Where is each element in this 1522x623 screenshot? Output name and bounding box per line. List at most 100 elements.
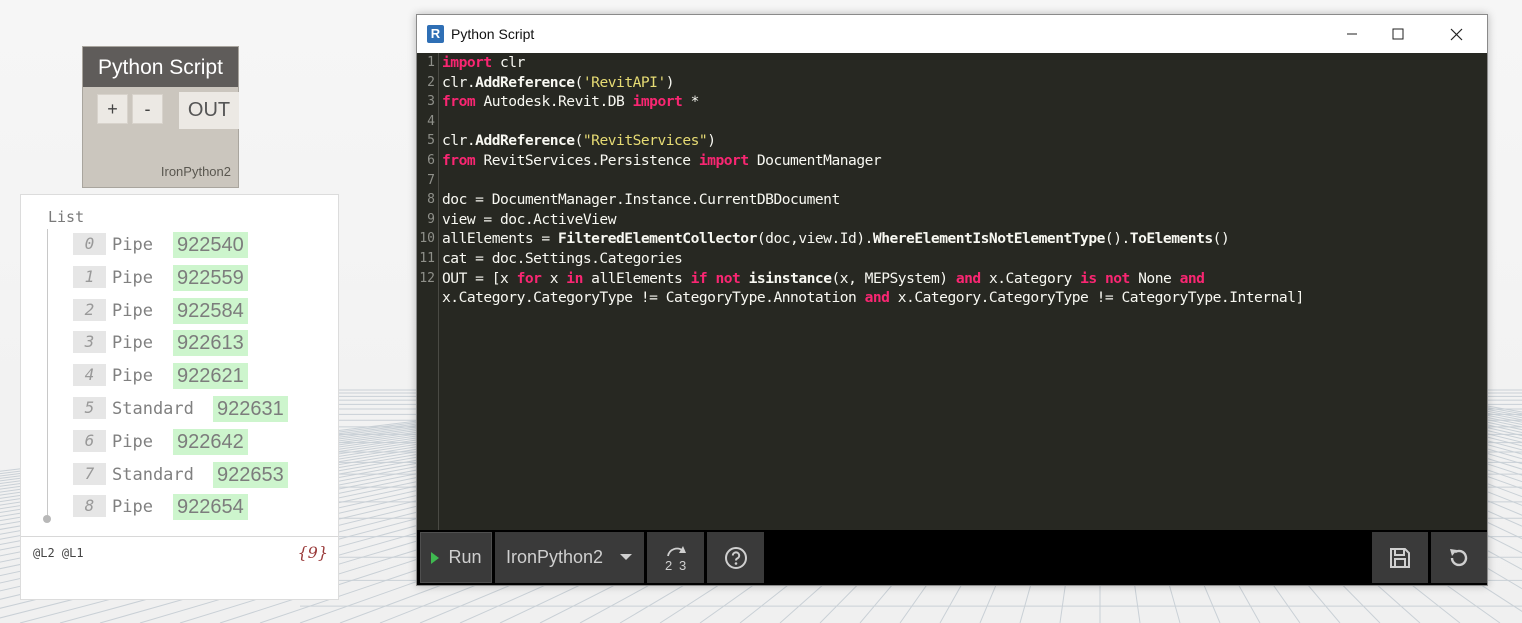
- python-script-node[interactable]: Python Script + - OUT IronPython2: [82, 46, 239, 188]
- line-number: 11: [419, 251, 435, 266]
- list-item-value: 922654: [173, 494, 248, 521]
- preview-divider: [21, 536, 338, 537]
- migrate-code-button[interactable]: 2 3: [647, 532, 704, 583]
- engine-select-value: IronPython2: [506, 547, 604, 567]
- close-icon: [1450, 28, 1462, 40]
- code-function: AddReference: [475, 132, 575, 150]
- code-keyword: from: [442, 152, 476, 169]
- list-item-index: 5: [73, 397, 106, 419]
- node-title: Python Script: [83, 47, 238, 87]
- code-text: *: [682, 93, 700, 111]
- chevron-down-icon: [620, 554, 632, 560]
- code-line: doc = DocumentManager.Instance.CurrentDB…: [442, 191, 840, 208]
- line-number: 5: [427, 133, 435, 149]
- list-item-value: 922642: [173, 428, 248, 455]
- list-item-value: 922613: [173, 330, 248, 357]
- engine-select[interactable]: IronPython2: [495, 532, 644, 583]
- line-number: 3: [427, 94, 435, 110]
- list-item-index: 3: [73, 331, 106, 354]
- line-number: 10: [419, 231, 435, 247]
- code-text: allElements =: [442, 230, 559, 248]
- list-item-index: 0: [73, 233, 106, 255]
- window-title: Python Script: [451, 26, 535, 42]
- line-number: 6: [427, 153, 435, 168]
- code-text: ): [665, 73, 675, 91]
- minimize-button[interactable]: [1329, 15, 1375, 53]
- code-function: AddReference: [475, 73, 575, 91]
- code-keyword: in: [566, 269, 583, 287]
- code-line: clr.AddReference("RevitServices"): [442, 132, 716, 150]
- code-text: x.Category.CategoryType != CategoryType.…: [442, 289, 865, 307]
- list-item-value: 922584: [173, 297, 248, 324]
- line-number: 2: [427, 74, 435, 90]
- python-editor-window: R Python Script 1 2 3 4 5 6 7 8 9 10 11 12 import c…: [416, 14, 1488, 586]
- line-number: 8: [427, 192, 435, 208]
- line-number: 4: [427, 113, 435, 129]
- list-item-label: Standard: [112, 399, 194, 419]
- code-line: view = doc.ActiveView: [442, 211, 617, 228]
- run-button[interactable]: Run: [420, 532, 492, 583]
- code-line: OUT = [x for x in allElements if not isi…: [442, 269, 1205, 287]
- code-text: Autodesk.Revit.DB: [475, 93, 633, 111]
- remove-input-button[interactable]: -: [132, 94, 163, 124]
- code-editor[interactable]: 1 2 3 4 5 6 7 8 9 10 11 12 import clr clr.AddReferen…: [417, 53, 1487, 530]
- code-text: clr: [491, 54, 525, 71]
- code-text: x: [541, 269, 567, 287]
- list-item-value: 922631: [213, 396, 288, 422]
- code-keyword: is: [1080, 269, 1097, 287]
- code-text: x.Category.CategoryType != CategoryType.…: [889, 289, 1305, 307]
- editor-toolbar: Run IronPython2 2 3: [417, 530, 1487, 585]
- list-item-label: Pipe: [112, 431, 153, 452]
- code-string: 'RevitAPI': [582, 73, 666, 91]
- output-port[interactable]: OUT: [179, 92, 239, 129]
- code-line: allElements = FilteredElementCollector(d…: [442, 230, 1230, 248]
- code-keyword: not: [1104, 269, 1130, 287]
- code-text: cat = doc.Settings.Categories: [442, 250, 683, 267]
- revit-app-icon: R: [427, 25, 444, 43]
- code-line: from RevitServices.Persistence import Do…: [442, 152, 882, 169]
- tree-line: [47, 229, 48, 519]
- list-item-label: Standard: [112, 464, 194, 485]
- maximize-icon: [1392, 28, 1404, 40]
- node-engine-label: IronPython2: [160, 164, 231, 179]
- code-text: allElements: [582, 269, 691, 287]
- code-function: FilteredElementCollector: [558, 230, 757, 248]
- code-text: RevitServices.Persistence: [475, 152, 699, 169]
- code-text: ): [707, 132, 716, 150]
- code-keyword: for: [516, 269, 542, 287]
- svg-text:2: 2: [665, 558, 672, 573]
- preview-list-title: List: [48, 208, 85, 226]
- list-item-label: Pipe: [112, 267, 153, 288]
- code-keyword: not: [715, 269, 741, 287]
- help-button[interactable]: [707, 532, 764, 583]
- add-input-button[interactable]: +: [97, 94, 128, 124]
- save-button[interactable]: [1372, 532, 1428, 583]
- list-item-label: Pipe: [112, 300, 153, 321]
- code-line: x.Category.CategoryType != CategoryType.…: [442, 289, 1304, 306]
- list-item-index: 4: [73, 364, 106, 387]
- item-count: {9}: [297, 543, 328, 562]
- title-bar[interactable]: R Python Script: [417, 15, 1487, 53]
- list-item-value: 922559: [173, 264, 248, 291]
- close-button[interactable]: [1433, 15, 1479, 53]
- list-item-value: 922540: [173, 232, 248, 258]
- list-item-label: Pipe: [112, 333, 153, 354]
- list-item-index: 6: [73, 429, 106, 452]
- code-text: (x, MEPSystem): [831, 269, 956, 287]
- code-text: clr.: [442, 73, 476, 91]
- list-item-label: Pipe: [112, 235, 153, 255]
- code-text: (: [574, 73, 584, 91]
- list-item-value: 922653: [213, 461, 288, 488]
- code-text: (: [574, 132, 584, 150]
- tree-end-dot: [43, 515, 51, 523]
- revert-button[interactable]: [1431, 532, 1487, 583]
- save-icon: [1390, 547, 1410, 568]
- code-keyword: and: [955, 269, 981, 287]
- help-icon: [724, 546, 747, 569]
- list-item-label: Pipe: [112, 366, 153, 387]
- list-item-value: 922621: [173, 363, 248, 390]
- code-function: isinstance: [748, 269, 832, 287]
- code-text: None: [1129, 269, 1180, 287]
- maximize-button[interactable]: [1375, 15, 1421, 53]
